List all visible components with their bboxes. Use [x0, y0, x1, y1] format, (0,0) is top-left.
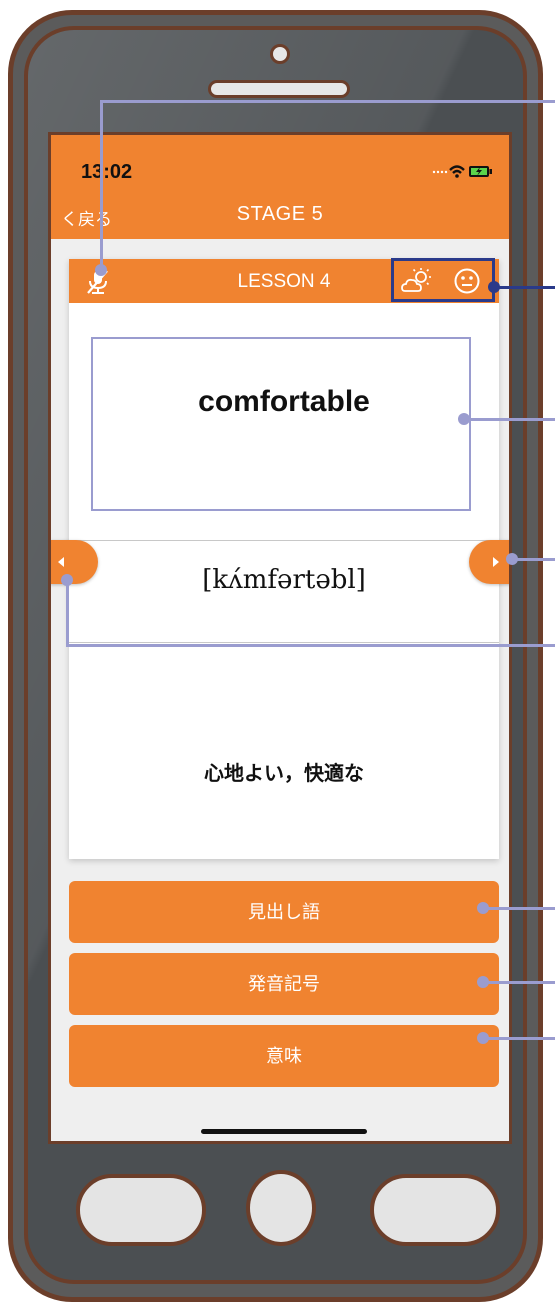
status-time: 13:02	[81, 161, 133, 183]
callout-line-button3	[484, 1037, 555, 1040]
hardware-menu-button	[370, 1174, 500, 1246]
callout-line-word	[466, 418, 555, 421]
lesson-title: LESSON 4	[237, 271, 331, 292]
phone-speaker	[208, 80, 350, 98]
page-title: STAGE 5	[236, 203, 324, 225]
word-highlight-box	[91, 337, 471, 511]
callout-dot	[95, 264, 107, 276]
app-screen: 13:02 く戻る STAGE 5 LESSON 4 comfortable […	[48, 132, 512, 1144]
callout-line-mic	[100, 100, 555, 103]
callout-dot	[458, 413, 470, 425]
callout-line-next	[514, 558, 555, 561]
callout-line-mic-vertical	[100, 100, 103, 270]
phonetic-symbol: [kʌ́mfərtəbl]	[202, 565, 366, 595]
callout-line-icons	[494, 286, 555, 289]
headword: comfortable	[198, 385, 370, 418]
app-header: 13:02 く戻る STAGE 5	[51, 135, 509, 239]
callout-dot	[477, 902, 489, 914]
meaning-button[interactable]: 意味	[69, 1025, 499, 1087]
signal-dots-icon	[432, 170, 448, 174]
flashcard: LESSON 4 comfortable [kʌ́mfərtəbl] 心地よい，…	[69, 258, 499, 859]
wifi-icon	[449, 165, 465, 178]
headword-button[interactable]: 見出し語	[69, 881, 499, 943]
prev-card-button[interactable]	[51, 540, 98, 584]
divider	[69, 642, 499, 643]
callout-line-button1	[484, 907, 555, 910]
phonetic-button[interactable]: 発音記号	[69, 953, 499, 1015]
divider	[69, 540, 499, 541]
callout-dot	[488, 281, 500, 293]
callout-line-button2	[484, 981, 555, 984]
icon-highlight-box	[391, 258, 495, 302]
back-button[interactable]: く戻る	[61, 205, 112, 230]
home-indicator	[201, 1129, 367, 1134]
callout-dot	[506, 553, 518, 565]
meaning-text: 心地よい，快適な	[204, 763, 364, 785]
callout-line-prev-vertical	[66, 580, 69, 646]
status-icons	[431, 161, 495, 181]
callout-dot	[61, 574, 73, 586]
callout-line-prev	[66, 644, 555, 647]
phone-camera	[270, 44, 290, 64]
card-header: LESSON 4	[69, 258, 499, 303]
hardware-back-button	[76, 1174, 206, 1246]
next-card-button[interactable]	[469, 540, 509, 584]
callout-dot	[477, 976, 489, 988]
hardware-home-button	[246, 1170, 316, 1246]
battery-icon	[469, 166, 492, 177]
callout-dot	[477, 1032, 489, 1044]
